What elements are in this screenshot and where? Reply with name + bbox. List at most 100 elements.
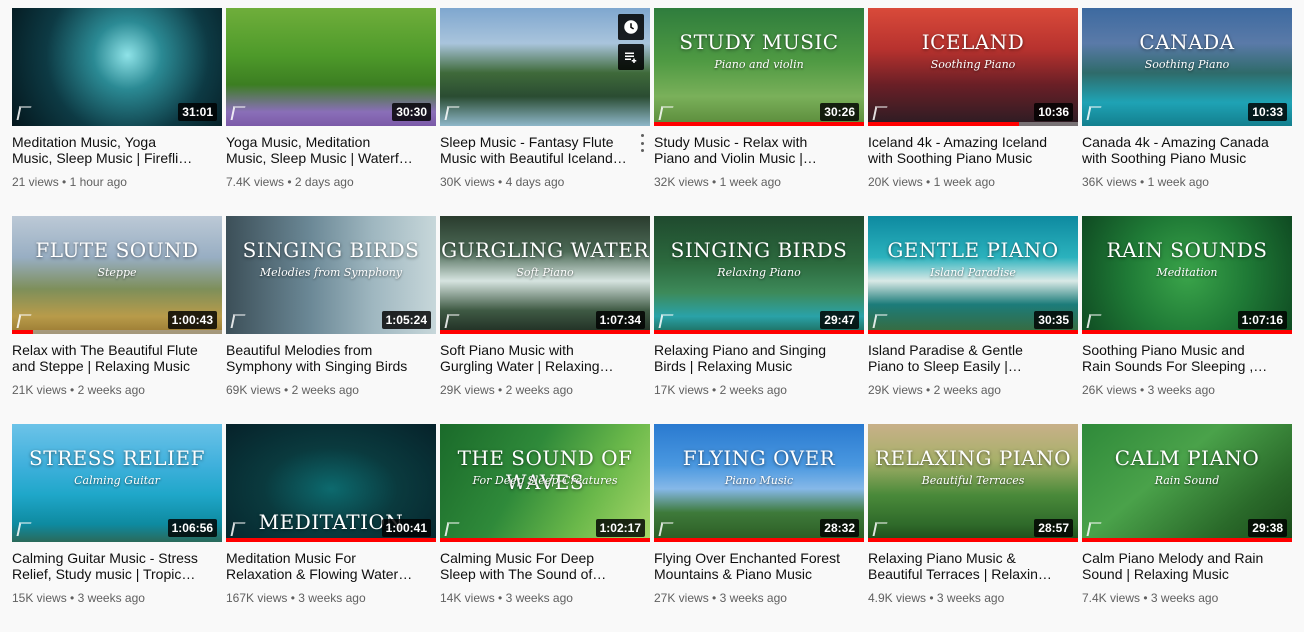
- meta-separator: •: [66, 591, 78, 605]
- video-grid: 31:01 Meditation Music, Yoga Music, Sleep…: [12, 8, 1292, 632]
- video-title[interactable]: Relax with The Beautiful Flute and Stepp…: [12, 342, 200, 374]
- video-title[interactable]: Meditation Music, Yoga Music, Sleep Musi…: [12, 134, 200, 166]
- video-thumbnail[interactable]: RAIN SOUNDS Meditation 1:07:16: [1082, 216, 1292, 334]
- video-title[interactable]: Relaxing Piano and Singing Birds | Relax…: [654, 342, 842, 374]
- video-title[interactable]: Calming Guitar Music - Stress Relief, St…: [12, 550, 200, 582]
- upload-age: 3 weeks ago: [77, 591, 145, 605]
- thumbnail-subtitle-art: For Deep Sleep Creatures: [472, 474, 618, 487]
- video-title[interactable]: Study Music - Relax with Piano and Violi…: [654, 134, 842, 166]
- watch-progress-bar: [226, 538, 436, 542]
- video-title[interactable]: Iceland 4k - Amazing Iceland with Soothi…: [868, 134, 1056, 166]
- thumbnail-title-art: ICELAND: [921, 30, 1025, 54]
- video-card[interactable]: SINGING BIRDS Relaxing Piano 29:47 Relaxing…: [654, 216, 864, 424]
- video-metadata: 27K views • 3 weeks ago: [654, 591, 864, 605]
- thumbnail-title-art: GENTLE PIANO: [887, 238, 1059, 262]
- meta-separator: •: [66, 383, 78, 397]
- thumbnail-title-art: STUDY MUSIC: [679, 30, 839, 54]
- video-title[interactable]: Island Paradise & Gentle Piano to Sleep …: [868, 342, 1056, 374]
- video-card[interactable]: 31:01 Meditation Music, Yoga Music, Sleep…: [12, 8, 222, 216]
- view-count: 7.4K views: [226, 175, 285, 189]
- duration-badge: 1:02:17: [595, 519, 645, 537]
- video-card[interactable]: FLYING OVER Piano Music 28:32 Flying Over E…: [654, 424, 864, 632]
- video-card[interactable]: MEDITATION 1:00:41 Meditation Music For Re…: [226, 424, 436, 632]
- video-thumbnail[interactable]: MEDITATION 1:00:41: [226, 424, 436, 542]
- view-count: 32K views: [654, 175, 709, 189]
- video-card[interactable]: Sleep Music - Fantasy Flute Music with B…: [440, 8, 650, 216]
- watch-progress-bar: [868, 122, 1020, 126]
- video-title[interactable]: Beautiful Melodies from Symphony with Si…: [226, 342, 414, 374]
- channel-logo-icon: [444, 106, 460, 120]
- video-thumbnail[interactable]: SINGING BIRDS Relaxing Piano 29:47: [654, 216, 864, 334]
- video-thumbnail[interactable]: [440, 8, 650, 126]
- video-card[interactable]: THE SOUND OF WAVES For Deep Sleep Creatur…: [440, 424, 650, 632]
- video-title[interactable]: Yoga Music, Meditation Music, Sleep Musi…: [226, 134, 414, 166]
- video-card[interactable]: GENTLE PIANO Island Paradise 30:35 Island P…: [868, 216, 1078, 424]
- video-card[interactable]: SINGING BIRDS Melodies from Symphony 1:05:…: [226, 216, 436, 424]
- channel-logo-icon: [230, 314, 246, 328]
- video-metadata: 7.4K views • 3 weeks ago: [1082, 591, 1292, 605]
- video-card[interactable]: ICELAND Soothing Piano 10:36 Iceland 4k - A…: [868, 8, 1078, 216]
- more-vert-icon[interactable]: [640, 134, 644, 152]
- video-title[interactable]: Calm Piano Melody and Rain Sound | Relax…: [1082, 550, 1270, 582]
- duration-badge: 1:07:16: [1237, 311, 1287, 329]
- video-card[interactable]: STUDY MUSIC Piano and violin 30:26 Study Mu…: [654, 8, 864, 216]
- thumbnail-title-art: CALM PIANO: [1114, 446, 1260, 470]
- video-title[interactable]: Canada 4k - Amazing Canada with Soothing…: [1082, 134, 1270, 166]
- duration-badge: 31:01: [178, 103, 217, 121]
- video-thumbnail[interactable]: FLYING OVER Piano Music 28:32: [654, 424, 864, 542]
- channel-logo-icon: [872, 314, 888, 328]
- watch-later-button[interactable]: [618, 14, 644, 40]
- thumbnail-subtitle-art: Rain Sound: [1154, 474, 1220, 487]
- video-thumbnail[interactable]: CALM PIANO Rain Sound 29:38: [1082, 424, 1292, 542]
- video-thumbnail[interactable]: CANADA Soothing Piano 10:33: [1082, 8, 1292, 126]
- video-metadata: 4.9K views • 3 weeks ago: [868, 591, 1078, 605]
- view-count: 20K views: [868, 175, 923, 189]
- watch-progress-bar: [654, 538, 864, 542]
- channel-logo-icon: [16, 522, 32, 536]
- video-card[interactable]: STRESS RELIEF Calming Guitar 1:06:56 Calmin…: [12, 424, 222, 632]
- video-title[interactable]: Sleep Music - Fantasy Flute Music with B…: [440, 134, 628, 166]
- video-thumbnail[interactable]: RELAXING PIANO Beautiful Terraces 28:57: [868, 424, 1078, 542]
- video-title[interactable]: Soft Piano Music with Gurgling Water | R…: [440, 342, 628, 374]
- video-thumbnail[interactable]: STRESS RELIEF Calming Guitar 1:06:56: [12, 424, 222, 542]
- video-thumbnail[interactable]: GURGLING WATER Soft Piano 1:07:34: [440, 216, 650, 334]
- video-thumbnail[interactable]: GENTLE PIANO Island Paradise 30:35: [868, 216, 1078, 334]
- duration-badge: 1:05:24: [381, 311, 431, 329]
- video-card[interactable]: CALM PIANO Rain Sound 29:38 Calm Piano Melo…: [1082, 424, 1292, 632]
- video-thumbnail[interactable]: STUDY MUSIC Piano and violin 30:26: [654, 8, 864, 126]
- video-card[interactable]: GURGLING WATER Soft Piano 1:07:34 Soft Pian…: [440, 216, 650, 424]
- video-thumbnail[interactable]: ICELAND Soothing Piano 10:36: [868, 8, 1078, 126]
- upload-age: 1 week ago: [719, 175, 781, 189]
- upload-age: 1 week ago: [1147, 175, 1209, 189]
- video-card[interactable]: FLUTE SOUND Steppe 1:00:43 Relax with The B…: [12, 216, 222, 424]
- video-title[interactable]: Calming Music For Deep Sleep with The So…: [440, 550, 628, 582]
- video-metadata: 29K views • 2 weeks ago: [440, 383, 650, 397]
- view-count: 29K views: [440, 383, 495, 397]
- view-count: 27K views: [654, 591, 709, 605]
- meta-separator: •: [922, 383, 934, 397]
- video-thumbnail[interactable]: THE SOUND OF WAVES For Deep Sleep Creatur…: [440, 424, 650, 542]
- video-card[interactable]: RELAXING PIANO Beautiful Terraces 28:57 Rel…: [868, 424, 1078, 632]
- video-title[interactable]: Relaxing Piano Music & Beautiful Terrace…: [868, 550, 1056, 582]
- thumbnail-subtitle-art: Piano and violin: [714, 58, 804, 71]
- duration-badge: 29:38: [1248, 519, 1287, 537]
- video-thumbnail[interactable]: SINGING BIRDS Melodies from Symphony 1:05:…: [226, 216, 436, 334]
- channel-logo-icon: [1086, 106, 1102, 120]
- video-title[interactable]: Flying Over Enchanted Forest Mountains &…: [654, 550, 842, 582]
- video-card[interactable]: CANADA Soothing Piano 10:33 Canada 4k - Ama…: [1082, 8, 1292, 216]
- video-card[interactable]: 30:30 Yoga Music, Meditation Music, Sleep…: [226, 8, 436, 216]
- video-title[interactable]: Meditation Music For Relaxation & Flowin…: [226, 550, 414, 582]
- upload-age: 3 weeks ago: [1147, 383, 1215, 397]
- channel-logo-icon: [444, 522, 460, 536]
- channel-logo-icon: [658, 314, 674, 328]
- video-title[interactable]: Soothing Piano Music and Rain Sounds For…: [1082, 342, 1270, 374]
- thumbnail-title-art: RAIN SOUNDS: [1106, 238, 1268, 262]
- video-metadata: 69K views • 2 weeks ago: [226, 383, 436, 397]
- video-thumbnail[interactable]: 30:30: [226, 8, 436, 126]
- video-thumbnail[interactable]: FLUTE SOUND Steppe 1:00:43: [12, 216, 222, 334]
- video-thumbnail[interactable]: 31:01: [12, 8, 222, 126]
- video-metadata: 26K views • 3 weeks ago: [1082, 383, 1292, 397]
- video-card[interactable]: RAIN SOUNDS Meditation 1:07:16 Soothing Pia…: [1082, 216, 1292, 424]
- add-to-queue-button[interactable]: [618, 44, 644, 70]
- thumbnail-subtitle-art: Island Paradise: [930, 266, 1016, 279]
